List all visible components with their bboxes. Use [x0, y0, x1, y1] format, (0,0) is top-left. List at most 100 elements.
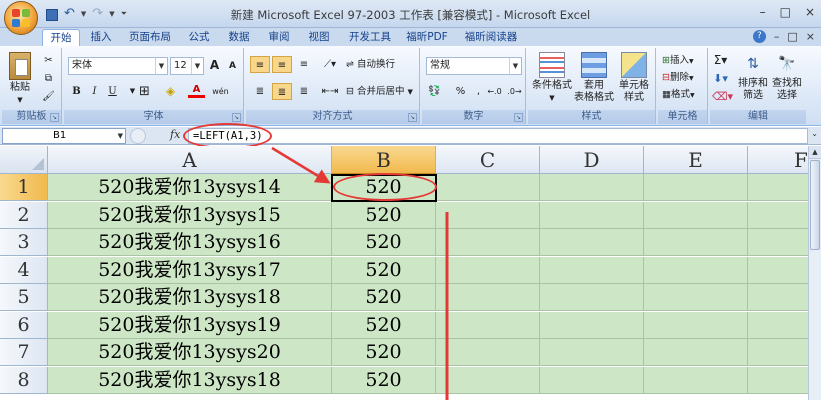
office-button[interactable] [4, 1, 38, 35]
currency-icon[interactable]: 💱 [426, 83, 443, 100]
font-color-button[interactable]: A [188, 83, 205, 98]
row-header[interactable]: 2 [0, 201, 48, 229]
cell-b[interactable]: 520 [332, 366, 436, 394]
clear-icon[interactable]: ⌫▾ [712, 88, 733, 105]
cell-empty[interactable] [436, 284, 540, 311]
cell-empty[interactable] [436, 174, 540, 201]
merge-center-button[interactable]: ⊟ 合并后居中 ▼ [346, 83, 418, 100]
row-header[interactable]: 7 [0, 339, 48, 366]
cell-a[interactable]: 520我爱你13ysys19 [48, 311, 332, 339]
cell-b[interactable]: 520 [332, 229, 436, 256]
cell-a[interactable]: 520我爱你13ysys16 [48, 229, 332, 256]
cut-icon[interactable]: ✂ [40, 52, 57, 69]
cell-empty[interactable] [644, 339, 748, 366]
cell-b[interactable]: 520 [332, 201, 436, 229]
insert-cells-button[interactable]: ⊞插入▼ [662, 52, 706, 69]
tab-insert[interactable]: 插入 [86, 29, 116, 46]
align-center-icon[interactable]: ≣ [272, 83, 292, 100]
tab-view[interactable]: 视图 [304, 29, 334, 46]
tab-page-layout[interactable]: 页面布局 [126, 29, 174, 46]
row-header[interactable]: 1 [0, 174, 48, 201]
ribbon-close-button[interactable]: × [806, 30, 815, 43]
cell-a[interactable]: 520我爱你13ysys18 [48, 284, 332, 311]
align-left-icon[interactable]: ≣ [250, 83, 270, 100]
bold-button[interactable]: B [68, 83, 85, 100]
select-all-button[interactable] [0, 146, 48, 174]
cell-empty[interactable] [436, 339, 540, 366]
column-header-a[interactable]: A [48, 146, 332, 174]
dialog-launcher-icon[interactable]: ↘ [232, 113, 241, 122]
format-painter-icon[interactable]: 🖌 [40, 88, 57, 105]
help-icon[interactable]: ? [752, 30, 766, 43]
scroll-thumb[interactable] [810, 160, 820, 250]
tab-formulas[interactable]: 公式 [184, 29, 214, 46]
cell-a[interactable]: 520我爱你13ysys17 [48, 256, 332, 284]
format-cells-button[interactable]: ▦格式▼ [662, 86, 706, 103]
copy-icon[interactable]: ⧉ [40, 70, 57, 87]
orientation-icon[interactable]: ⟋▾ [318, 56, 342, 73]
comma-button[interactable]: , [470, 83, 487, 100]
fill-color-icon[interactable]: ◈ [162, 83, 179, 100]
percent-button[interactable]: % [452, 83, 469, 100]
cell-empty[interactable] [644, 229, 748, 256]
cell-empty[interactable] [540, 311, 644, 339]
row-header[interactable]: 3 [0, 229, 48, 256]
insert-function-icon[interactable]: fx [170, 128, 180, 141]
tab-data[interactable]: 数据 [224, 29, 254, 46]
dialog-launcher-icon[interactable]: ↘ [50, 113, 59, 122]
autosum-icon[interactable]: Σ▾ [712, 52, 729, 69]
cell-a[interactable]: 520我爱你13ysys20 [48, 339, 332, 366]
align-top-icon[interactable]: ≡ [250, 56, 270, 73]
shrink-font-button[interactable]: A [224, 58, 241, 75]
fill-icon[interactable]: ⬇▾ [712, 70, 729, 87]
tab-review[interactable]: 审阅 [264, 29, 294, 46]
cell-empty[interactable] [540, 366, 644, 394]
vertical-scrollbar[interactable]: ▲ [808, 146, 821, 400]
cell-empty[interactable] [436, 311, 540, 339]
cell-styles-button[interactable]: 单元格 样式 [614, 52, 654, 104]
cell-a[interactable]: 520我爱你13ysys15 [48, 201, 332, 229]
minimize-button[interactable]: – [760, 5, 766, 19]
increase-decimal-icon[interactable]: ←.0 [486, 83, 503, 100]
column-header-d[interactable]: D [540, 146, 644, 174]
row-header[interactable]: 6 [0, 311, 48, 339]
row-header[interactable]: 5 [0, 284, 48, 311]
cell-empty[interactable] [644, 256, 748, 284]
dialog-launcher-icon[interactable]: ↘ [408, 113, 417, 122]
cell-empty[interactable] [540, 339, 644, 366]
cell-empty[interactable] [436, 229, 540, 256]
cell-b[interactable]: 520 [332, 284, 436, 311]
cell-b[interactable]: 520 [332, 311, 436, 339]
cell-empty[interactable] [540, 174, 644, 201]
name-box-resize-handle[interactable] [130, 128, 146, 144]
align-middle-icon[interactable]: ≡ [272, 56, 292, 73]
tab-foxit-pdf[interactable]: 福昕PDF [404, 29, 450, 46]
tab-home[interactable]: 开始 [42, 29, 80, 47]
paste-button[interactable]: 粘贴 ▼ [2, 52, 38, 106]
column-header-b[interactable]: B [332, 146, 436, 174]
delete-cells-button[interactable]: ⊟删除▼ [662, 69, 706, 86]
cell-empty[interactable] [644, 201, 748, 229]
wrap-text-button[interactable]: ⇌ 自动换行 [346, 56, 416, 73]
format-as-table-button[interactable]: 套用 表格格式 [572, 52, 616, 104]
grow-font-button[interactable]: A [206, 57, 223, 74]
cell-empty[interactable] [436, 256, 540, 284]
name-box[interactable]: B1 ▼ [2, 128, 126, 144]
cell-a[interactable]: 520我爱你13ysys14 [48, 174, 332, 201]
underline-button[interactable]: U [104, 83, 121, 100]
scroll-up-icon[interactable]: ▲ [809, 146, 821, 159]
conditional-format-button[interactable]: 条件格式 ▼ [530, 52, 574, 104]
cell-empty[interactable] [644, 311, 748, 339]
cell-empty[interactable] [644, 284, 748, 311]
cell-empty[interactable] [540, 229, 644, 256]
align-right-icon[interactable]: ≣ [294, 83, 314, 100]
column-header-c[interactable]: C [436, 146, 540, 174]
find-select-button[interactable]: 🔭 查找和 选择 [770, 52, 804, 102]
phonetic-button[interactable]: wén [212, 83, 229, 100]
tab-foxit-reader[interactable]: 福昕阅读器 [462, 29, 520, 46]
cell-empty[interactable] [540, 201, 644, 229]
ribbon-minimize-button[interactable]: – [774, 30, 780, 43]
sort-filter-button[interactable]: ⇅ 排序和 筛选 [736, 52, 770, 102]
font-name-combo[interactable]: 宋体 ▼ [68, 57, 168, 75]
cell-b[interactable]: 520 [332, 256, 436, 284]
